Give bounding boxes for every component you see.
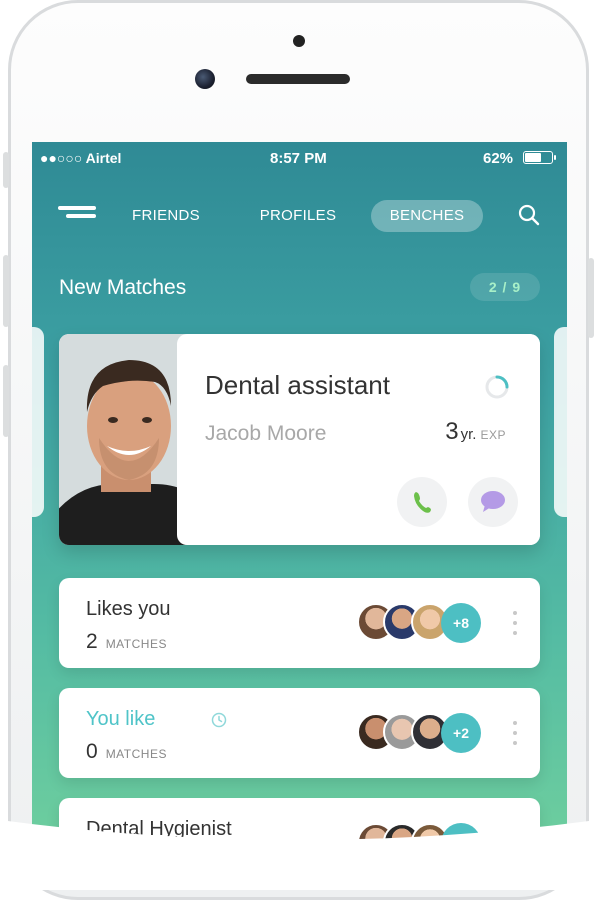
kebab-menu-icon[interactable] [512, 611, 518, 635]
carrier-label: ●●○○○ Airtel [40, 150, 122, 166]
tab-profiles[interactable]: PROFILES [252, 200, 344, 232]
prev-card-peek[interactable] [32, 327, 44, 517]
avatar-stack: +2 [357, 713, 487, 753]
app-screen: ●●○○○ Airtel 8:57 PM 62% FRIENDS PROFILE… [32, 142, 567, 854]
match-count: 2 MATCHES [86, 630, 167, 654]
match-count: 0 MATCHES [86, 740, 167, 764]
volume-button [3, 152, 9, 188]
phone-icon [414, 492, 431, 513]
list-title: You like [86, 708, 156, 730]
volume-down-button [3, 365, 9, 437]
list-title: Likes you [86, 598, 171, 620]
earpiece-speaker [246, 74, 350, 84]
match-card-body: Dental assistant Jacob Moore 3 yr. EXP [177, 334, 540, 545]
kebab-menu-icon[interactable] [512, 721, 518, 745]
bottom-fade-curve [0, 820, 597, 890]
power-button [588, 258, 594, 338]
chat-bubble-icon [481, 491, 505, 512]
tab-benches[interactable]: BENCHES [371, 200, 483, 232]
tab-friends[interactable]: FRIENDS [124, 200, 208, 232]
more-avatars-badge[interactable]: +8 [441, 603, 481, 643]
call-button[interactable] [397, 477, 447, 527]
match-counter: 2 / 9 [470, 273, 540, 301]
battery-fill [525, 153, 541, 162]
proximity-sensor [293, 35, 305, 47]
progress-ring-icon [485, 375, 509, 399]
battery-percent: 62% [483, 150, 514, 167]
front-camera [195, 69, 215, 89]
next-card-peek[interactable] [554, 327, 567, 517]
avatar-stack: +8 [357, 603, 487, 643]
clock-icon [211, 712, 227, 728]
experience-years: 3 [445, 418, 459, 445]
status-bar: ●●○○○ Airtel 8:57 PM 62% [32, 142, 567, 174]
job-title: Dental assistant [205, 370, 390, 400]
experience-yr: yr. [460, 426, 477, 443]
search-icon[interactable] [518, 204, 540, 226]
message-button[interactable] [468, 477, 518, 527]
match-card[interactable]: Dental assistant Jacob Moore 3 yr. EXP [59, 334, 540, 545]
match-count-unit: MATCHES [105, 637, 167, 651]
battery-icon [523, 151, 556, 164]
section-title-new-matches: New Matches [59, 276, 187, 299]
you-like-card[interactable]: You like 0 MATCHES +2 [59, 688, 540, 778]
more-avatars-badge[interactable]: +2 [441, 713, 481, 753]
menu-icon[interactable] [58, 206, 96, 226]
volume-up-button [3, 255, 9, 327]
likes-you-card[interactable]: Likes you 2 MATCHES +8 [59, 578, 540, 668]
experience: 3 yr. EXP [445, 418, 506, 446]
candidate-name: Jacob Moore [205, 422, 327, 445]
match-count-number: 2 [86, 630, 98, 653]
match-count-number: 0 [86, 740, 98, 763]
experience-unit: EXP [480, 428, 506, 442]
clock-label: 8:57 PM [270, 150, 327, 167]
match-count-unit: MATCHES [105, 747, 167, 761]
top-nav: FRIENDS PROFILES BENCHES [32, 196, 567, 236]
